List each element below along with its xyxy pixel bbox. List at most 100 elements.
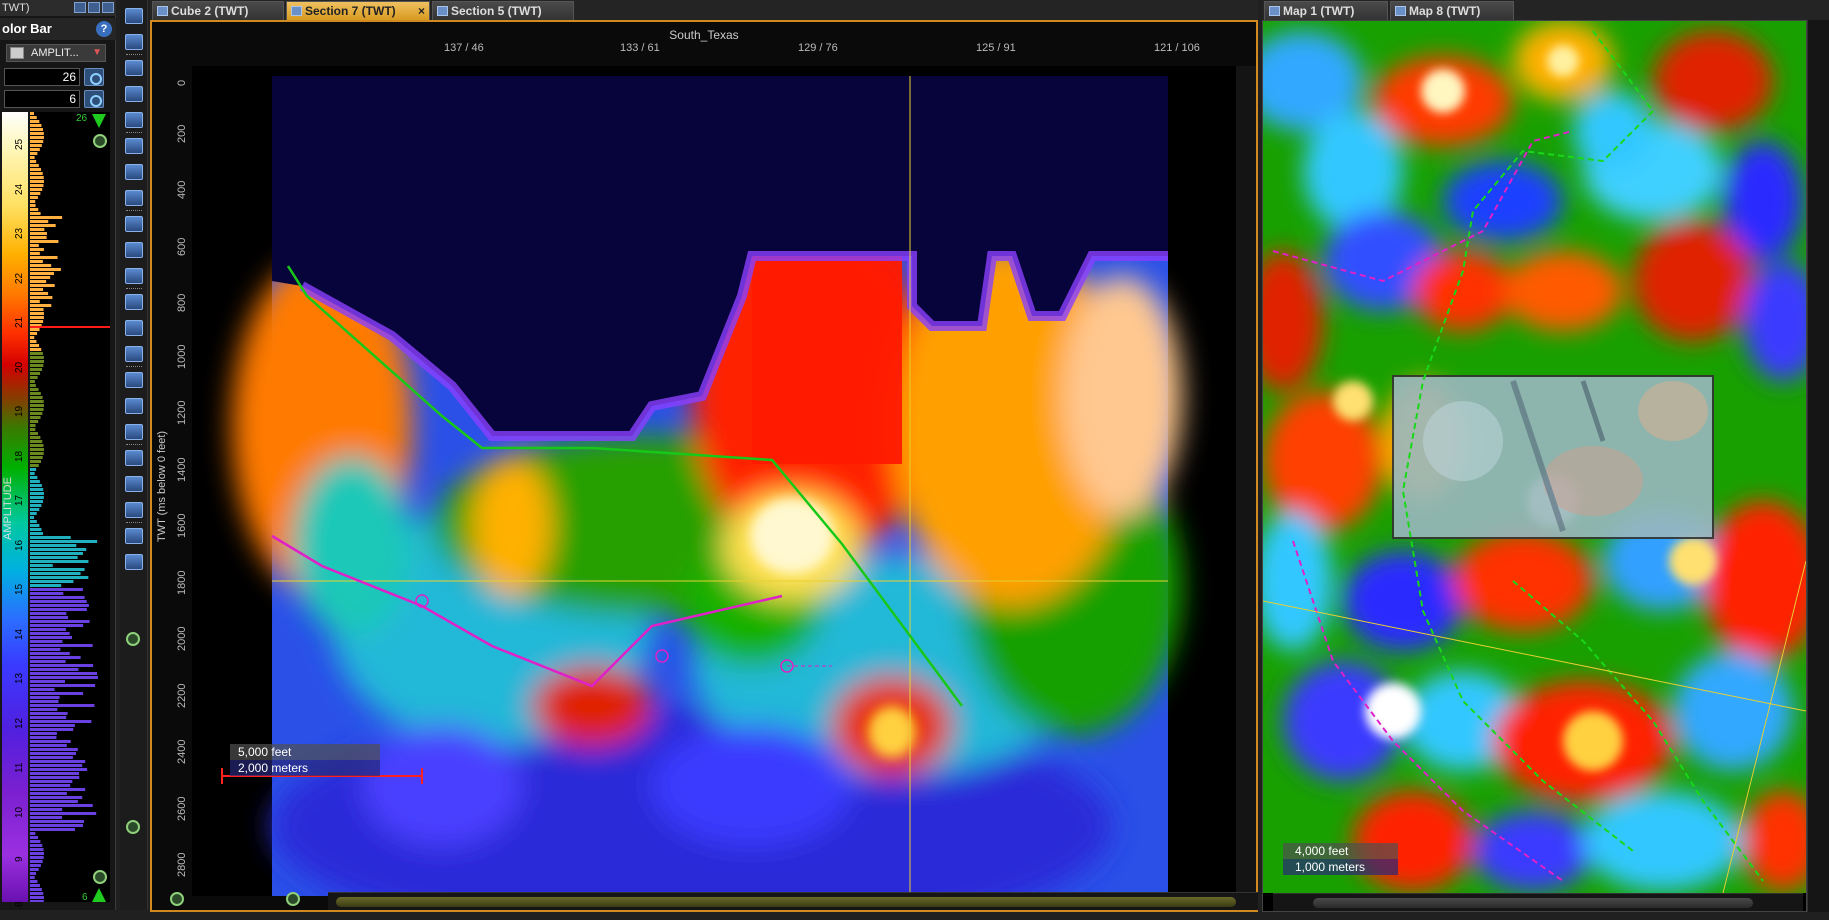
max-handle[interactable] [92, 114, 106, 128]
x-axis-tick-label: 137 / 46 [444, 42, 484, 54]
histogram-bar [30, 836, 38, 839]
zoom-in-icon[interactable] [286, 892, 300, 906]
zoom-out-icon[interactable] [126, 820, 140, 834]
histogram-bar [30, 404, 44, 407]
map-scroll-thumb[interactable] [1313, 898, 1753, 908]
tab-map-8[interactable]: Map 8 (TWT) [1390, 1, 1514, 20]
toolbar-tool-button[interactable] [125, 398, 143, 414]
zoom-out-icon[interactable] [170, 892, 184, 906]
map-horizontal-scrollbar[interactable] [1273, 893, 1803, 911]
section-scroll-thumb[interactable] [336, 897, 1236, 907]
histogram-bar [30, 496, 44, 499]
map-view[interactable]: 4,000 feet 1,000 meters [1262, 20, 1807, 912]
histogram-bar [30, 432, 38, 435]
histogram-bar [30, 172, 43, 175]
toolbar-tool-button[interactable] [125, 554, 143, 570]
seismic-section-view[interactable]: South_Texas 137 / 46 133 / 61 129 / 76 125 … [150, 20, 1258, 912]
histogram-bar [30, 892, 43, 895]
histogram-bar [30, 128, 43, 131]
zoom-in-icon[interactable] [126, 632, 140, 646]
maximize-icon[interactable] [102, 2, 114, 13]
toolbar-tool-button[interactable] [125, 320, 143, 336]
min-reset-button[interactable] [84, 90, 104, 108]
toolbar-tool-button[interactable] [125, 112, 143, 128]
histogram-bar [30, 592, 63, 595]
toolbar-tool-button[interactable] [125, 34, 143, 50]
tab-cube-2[interactable]: Cube 2 (TWT) [152, 1, 284, 20]
histogram-bar [30, 720, 91, 723]
color-scale-tick: 11 [14, 763, 25, 773]
y-axis-tick-label: 1600 [176, 514, 188, 538]
histogram-bar [30, 880, 37, 883]
restore-icon[interactable] [74, 2, 86, 13]
toolbar-tool-button[interactable] [125, 424, 143, 440]
close-icon[interactable]: × [418, 2, 425, 20]
histogram-bar [30, 480, 40, 483]
zoom-in-icon[interactable] [93, 134, 107, 148]
value-marker[interactable] [30, 326, 110, 328]
min-value-input[interactable]: 6 [4, 90, 80, 108]
toolbar-tool-button[interactable] [125, 476, 143, 492]
histogram-bar [30, 284, 55, 287]
toolbar-tool-button[interactable] [125, 86, 143, 102]
histogram-bar [30, 472, 35, 475]
histogram-bar [30, 576, 88, 579]
histogram-bar [30, 364, 43, 367]
toolbar-tool-button[interactable] [125, 372, 143, 388]
toolbar-tool-button[interactable] [125, 242, 143, 258]
histogram-bar [30, 824, 83, 827]
y-axis-tick-label: 2200 [176, 683, 188, 707]
toolbar-tool-button[interactable] [125, 138, 143, 154]
amplitude-map-image[interactable] [1263, 21, 1806, 893]
zoom-out-icon[interactable] [93, 870, 107, 884]
histogram-bar [30, 244, 39, 247]
toolbar-tool-button[interactable] [125, 450, 143, 466]
histogram-bar [30, 368, 42, 371]
vertical-toolbar [120, 0, 148, 910]
toolbar-tool-button[interactable] [125, 164, 143, 180]
toolbar-tool-button[interactable] [125, 216, 143, 232]
histogram-bar [30, 620, 90, 623]
histogram-bar [30, 808, 62, 811]
histogram-bar [30, 444, 43, 447]
toolbar-tool-button[interactable] [125, 60, 143, 76]
color-scale-tick: 25 [14, 139, 25, 150]
histogram-bar [30, 352, 43, 355]
max-value-input[interactable]: 26 [4, 68, 80, 86]
top-value-label: 26 [76, 113, 87, 124]
histogram-bar [30, 504, 41, 507]
map-amplitude-blob [1473, 811, 1593, 891]
histogram-bar [30, 376, 38, 379]
histogram-bar [30, 816, 62, 819]
minimize-icon[interactable] [88, 2, 100, 13]
tab-map-1[interactable]: Map 1 (TWT) [1264, 1, 1388, 20]
map-vertical-scrollbar[interactable] [1807, 20, 1829, 912]
y-axis-tick-label: 1000 [176, 344, 188, 368]
toolbar-tool-button[interactable] [125, 346, 143, 362]
toolbar-tool-button[interactable] [125, 8, 143, 24]
histogram-bar [30, 700, 59, 703]
toolbar-tool-button[interactable] [125, 528, 143, 544]
histogram-bar [30, 664, 93, 667]
toolbar-tool-button[interactable] [125, 502, 143, 518]
tab-section-5[interactable]: Section 5 (TWT) [432, 1, 574, 20]
histogram-bar [30, 216, 62, 219]
help-icon[interactable]: ? [96, 21, 112, 37]
section-horizontal-scrollbar[interactable] [328, 892, 1258, 910]
max-reset-button[interactable] [84, 68, 104, 86]
histogram-bar [30, 864, 41, 867]
toolbar-tool-button[interactable] [125, 268, 143, 284]
histogram-bar [30, 748, 78, 751]
y-axis-tick-label: 0 [176, 80, 188, 86]
attribute-select[interactable]: AMPLIT... ▼ [6, 44, 106, 62]
tab-label: Map 8 (TWT) [1409, 4, 1480, 18]
toolbar-tool-button[interactable] [125, 294, 143, 310]
histogram-bar [30, 208, 38, 211]
toolbar-tool-button[interactable] [125, 190, 143, 206]
section-vertical-scrollbar[interactable] [1236, 66, 1256, 896]
tab-section-7[interactable]: Section 7 (TWT) × [286, 1, 430, 20]
histogram-bar [30, 448, 44, 451]
histogram-bar [30, 164, 39, 167]
min-handle[interactable] [92, 888, 106, 902]
histogram-bar [30, 212, 41, 215]
